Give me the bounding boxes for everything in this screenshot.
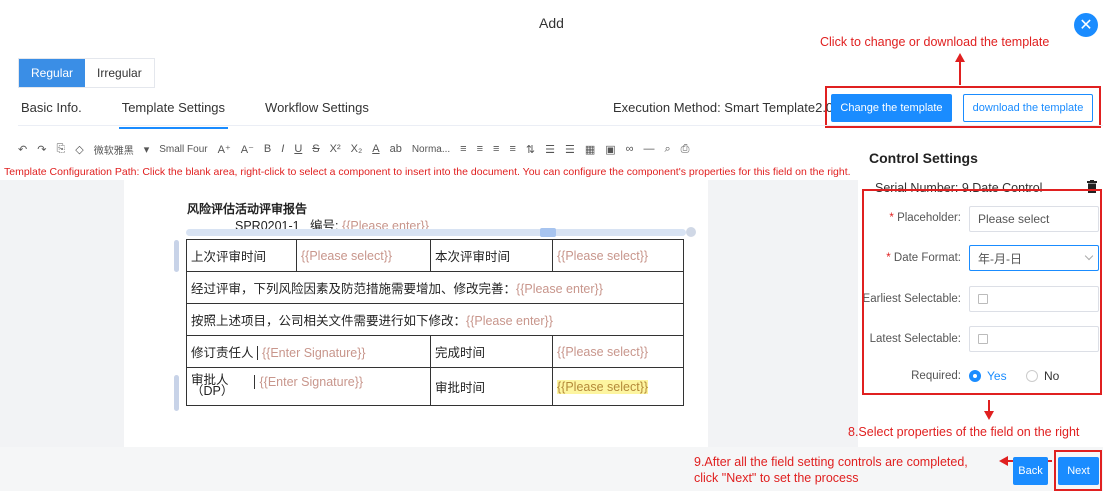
- superscript-icon[interactable]: X²: [330, 143, 341, 155]
- chevron-down-icon[interactable]: ▾: [144, 143, 150, 156]
- align-center-icon[interactable]: ≡: [477, 143, 483, 155]
- config-path-hint: Template Configuration Path: Click the b…: [4, 166, 851, 178]
- change-template-button[interactable]: Change the template: [831, 94, 952, 122]
- table-row: 上次评审时间 {{Please select}} 本次评审时间 {{Please…: [186, 239, 684, 272]
- placeholder-field[interactable]: {{Please enter}}: [466, 314, 553, 328]
- placeholder-field[interactable]: {{Please select}}: [557, 345, 648, 359]
- table-cell: 上次评审时间: [186, 239, 297, 272]
- download-template-button[interactable]: download the template: [963, 94, 1093, 122]
- tab-template-settings[interactable]: Template Settings: [118, 96, 229, 129]
- table-cell: 审批人（DP） {{Enter Signature}}: [186, 367, 431, 406]
- align-left-icon[interactable]: ≡: [460, 143, 466, 155]
- placeholder-field[interactable]: {{Please select}}: [557, 249, 648, 263]
- search-icon[interactable]: ⌕: [664, 143, 670, 156]
- cell-text: 按照上述项目，公司相关文件需要进行如下修改：: [191, 314, 467, 328]
- line-spacing-icon[interactable]: ⇅: [526, 143, 535, 156]
- annotation-arrow-down: [984, 411, 994, 420]
- font-grow-icon[interactable]: A⁺: [218, 143, 231, 156]
- table-cell: {{Please select}}: [552, 239, 684, 272]
- underline-icon[interactable]: U: [294, 143, 302, 155]
- placeholder-field[interactable]: {{Please select}}: [301, 249, 392, 263]
- row-handle[interactable]: [174, 240, 179, 272]
- tab-irregular[interactable]: Irregular: [85, 59, 154, 87]
- italic-icon[interactable]: I: [281, 143, 284, 155]
- table-cell: {{Please select}}: [552, 335, 684, 368]
- annotation-select-properties: 8.Select properties of the field on the …: [848, 425, 1080, 439]
- align-right-icon[interactable]: ≡: [493, 143, 499, 155]
- annotation-box-control-settings: [862, 189, 1102, 395]
- placeholder-field[interactable]: {{Please enter}}: [516, 282, 603, 296]
- cell-text: 修订责任人: [191, 346, 254, 360]
- template-type-tabs: Regular Irregular: [18, 58, 155, 88]
- bullet-list-icon[interactable]: ☰: [565, 143, 575, 156]
- dialog-footer: [0, 447, 1103, 491]
- font-size-select[interactable]: Small Four: [159, 144, 207, 155]
- document-table: 上次评审时间 {{Please select}} 本次评审时间 {{Please…: [186, 239, 684, 406]
- font-shrink-icon[interactable]: A⁻: [241, 143, 254, 156]
- table-row: 经过评审，下列风险因素及防范措施需要增加、修改完善：{{Please enter…: [186, 271, 684, 304]
- execution-method: Execution Method: Smart Template2.0: [613, 100, 834, 115]
- table-cell: 审批时间: [430, 367, 553, 406]
- print-icon[interactable]: ⎙: [681, 143, 690, 156]
- table-cell: 经过评审，下列风险因素及防范措施需要增加、修改完善：{{Please enter…: [186, 271, 684, 304]
- paragraph-style-select[interactable]: Norma...: [412, 144, 450, 155]
- back-button[interactable]: Back: [1013, 457, 1048, 485]
- table-cell: 按照上述项目，公司相关文件需要进行如下修改：{{Please enter}}: [186, 303, 684, 336]
- subscript-icon[interactable]: X₂: [351, 143, 363, 155]
- cell-text: 审批人（DP）: [191, 373, 234, 398]
- table-cell: 修订责任人 {{Enter Signature}}: [186, 335, 431, 368]
- undo-icon[interactable]: ↶: [18, 143, 27, 156]
- tab-workflow-settings[interactable]: Workflow Settings: [262, 96, 372, 124]
- close-icon[interactable]: ✕: [1074, 13, 1098, 37]
- table-row: 修订责任人 {{Enter Signature}} 完成时间 {{Please …: [186, 335, 684, 368]
- panel-title: Control Settings: [869, 150, 978, 166]
- signature-field[interactable]: {{Enter Signature}}: [254, 375, 364, 389]
- annotation-next-step-line1: 9.After all the field setting controls a…: [694, 455, 968, 469]
- editor-margin-right: [708, 180, 858, 450]
- main-tabs: Basic Info. Template Settings Workflow S…: [18, 96, 406, 129]
- table-row: 审批人（DP） {{Enter Signature}} 审批时间 {{Pleas…: [186, 367, 684, 406]
- editor-margin-left: [0, 180, 124, 450]
- ruler-handle[interactable]: [540, 228, 556, 237]
- strikethrough-icon[interactable]: S: [312, 143, 319, 155]
- annotation-next-step-line2: click "Next" to set the process: [694, 471, 859, 485]
- table-cell: {{Please select}}: [552, 367, 684, 406]
- annotation-arrow-left: [999, 456, 1008, 466]
- ordered-list-icon[interactable]: ☰: [545, 143, 555, 156]
- selected-date-field[interactable]: {{Please select}}: [557, 379, 649, 394]
- add-column-icon[interactable]: [686, 227, 696, 237]
- annotation-box-next: [1054, 450, 1102, 491]
- font-family-select[interactable]: 微软雅黑: [94, 142, 134, 157]
- tab-divider: [18, 125, 1103, 126]
- table-row: 按照上述项目，公司相关文件需要进行如下修改：{{Please enter}}: [186, 303, 684, 336]
- separator-icon[interactable]: —: [643, 143, 654, 155]
- tab-regular[interactable]: Regular: [19, 59, 86, 87]
- editor-toolbar: ↶ ↷ ⎘ ◇ 微软雅黑 ▾ Small Four A⁺ A⁻ B I U S …: [0, 137, 858, 161]
- highlight-icon[interactable]: ab: [390, 143, 402, 155]
- table-cell: 完成时间: [430, 335, 553, 368]
- annotation-change-template: Click to change or download the template: [820, 35, 1050, 49]
- table-icon[interactable]: ▦: [585, 143, 595, 156]
- bold-icon[interactable]: B: [264, 143, 271, 155]
- redo-icon[interactable]: ↷: [37, 143, 46, 156]
- link-icon[interactable]: ∞: [626, 143, 634, 155]
- image-icon[interactable]: ▣: [605, 143, 615, 156]
- dialog-title: Add: [539, 15, 564, 31]
- table-cell: 本次评审时间: [430, 239, 553, 272]
- table-ruler[interactable]: [186, 229, 686, 236]
- eraser-icon[interactable]: ◇: [75, 143, 83, 156]
- format-painter-icon[interactable]: ⎘: [56, 143, 65, 156]
- annotation-arrow-shaft: [959, 60, 961, 85]
- cell-text: 经过评审，下列风险因素及防范措施需要增加、修改完善：: [191, 282, 517, 296]
- align-justify-icon[interactable]: ≡: [509, 143, 515, 155]
- tab-basic-info[interactable]: Basic Info.: [18, 96, 85, 124]
- row-handle[interactable]: [174, 375, 179, 411]
- signature-field[interactable]: {{Enter Signature}}: [257, 346, 366, 360]
- font-color-icon[interactable]: A: [372, 143, 379, 155]
- table-cell: {{Please select}}: [296, 239, 431, 272]
